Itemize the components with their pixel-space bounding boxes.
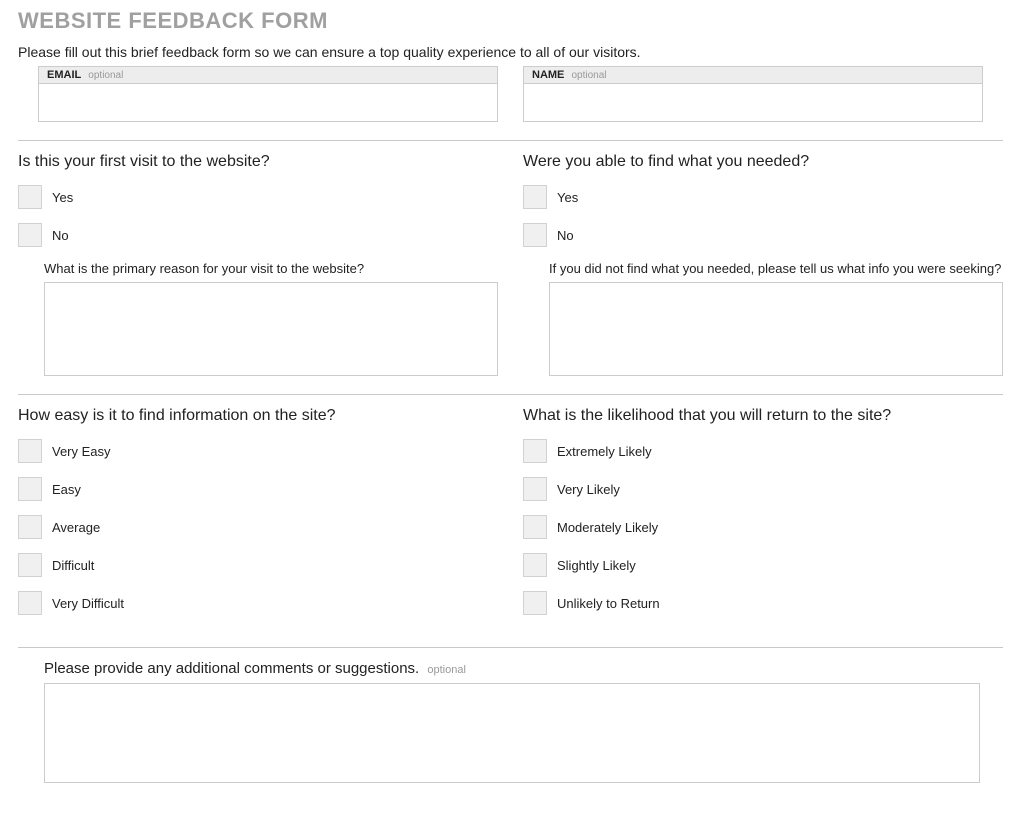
email-label: EMAIL (47, 69, 81, 81)
name-header: NAME optional (523, 66, 983, 84)
divider-2 (18, 394, 1003, 395)
first-visit-yes-row: Yes (18, 185, 498, 209)
email-input[interactable] (38, 84, 498, 122)
checkbox-return-extremely[interactable] (523, 439, 547, 463)
ease-opt-4-label: Very Difficult (52, 596, 124, 611)
comments-textarea[interactable] (44, 683, 980, 783)
return-opt-1-row: Very Likely (523, 477, 1003, 501)
return-opt-3-row: Slightly Likely (523, 553, 1003, 577)
first-visit-reason-textarea[interactable] (44, 282, 498, 376)
top-fields: EMAIL optional NAME optional (18, 66, 1003, 122)
return-opt-3-label: Slightly Likely (557, 558, 636, 573)
comments-label: Please provide any additional comments o… (44, 660, 419, 677)
checkbox-ease-average[interactable] (18, 515, 42, 539)
find-needed-info-textarea[interactable] (549, 282, 1003, 376)
ease-opt-1-label: Easy (52, 482, 81, 497)
ease-opt-0-row: Very Easy (18, 439, 498, 463)
checkbox-first-visit-yes[interactable] (18, 185, 42, 209)
name-input[interactable] (523, 84, 983, 122)
email-field-block: EMAIL optional (38, 66, 498, 122)
comments-block: Please provide any additional comments o… (18, 660, 1003, 783)
question-find-needed: Were you able to find what you needed? (523, 153, 1003, 171)
return-opt-4-row: Unlikely to Return (523, 591, 1003, 615)
return-opt-0-row: Extremely Likely (523, 439, 1003, 463)
find-needed-followup-label: If you did not find what you needed, ple… (549, 261, 1003, 276)
checkbox-return-unlikely[interactable] (523, 591, 547, 615)
first-visit-no-label: No (52, 228, 69, 243)
return-opt-2-row: Moderately Likely (523, 515, 1003, 539)
first-visit-no-row: No (18, 223, 498, 247)
comments-label-row: Please provide any additional comments o… (44, 660, 1003, 677)
checkbox-return-very[interactable] (523, 477, 547, 501)
checkbox-ease-easy[interactable] (18, 477, 42, 501)
return-opt-2-label: Moderately Likely (557, 520, 658, 535)
question-first-visit: Is this your first visit to the website? (18, 153, 498, 171)
checkbox-find-needed-no[interactable] (523, 223, 547, 247)
find-needed-no-label: No (557, 228, 574, 243)
comments-optional: optional (427, 664, 466, 676)
ease-opt-0-label: Very Easy (52, 444, 111, 459)
section-first-visit-find: Is this your first visit to the website?… (18, 153, 1003, 376)
ease-opt-4-row: Very Difficult (18, 591, 498, 615)
checkbox-find-needed-yes[interactable] (523, 185, 547, 209)
checkbox-ease-difficult[interactable] (18, 553, 42, 577)
find-needed-yes-row: Yes (523, 185, 1003, 209)
return-opt-1-label: Very Likely (557, 482, 620, 497)
checkbox-first-visit-no[interactable] (18, 223, 42, 247)
ease-opt-1-row: Easy (18, 477, 498, 501)
ease-opt-3-label: Difficult (52, 558, 94, 573)
checkbox-return-slightly[interactable] (523, 553, 547, 577)
name-optional: optional (571, 70, 606, 81)
question-return: What is the likelihood that you will ret… (523, 407, 1003, 425)
ease-opt-3-row: Difficult (18, 553, 498, 577)
divider-1 (18, 140, 1003, 141)
first-visit-followup-label: What is the primary reason for your visi… (44, 261, 498, 276)
return-opt-4-label: Unlikely to Return (557, 596, 660, 611)
question-ease: How easy is it to find information on th… (18, 407, 498, 425)
checkbox-ease-very-easy[interactable] (18, 439, 42, 463)
ease-opt-2-label: Average (52, 520, 100, 535)
checkbox-ease-very-difficult[interactable] (18, 591, 42, 615)
find-needed-yes-label: Yes (557, 190, 578, 205)
page-title: WEBSITE FEEDBACK FORM (18, 8, 1003, 34)
divider-3 (18, 647, 1003, 648)
ease-opt-2-row: Average (18, 515, 498, 539)
name-label: NAME (532, 69, 564, 81)
find-needed-no-row: No (523, 223, 1003, 247)
section-ease-return: How easy is it to find information on th… (18, 407, 1003, 629)
return-opt-0-label: Extremely Likely (557, 444, 652, 459)
checkbox-return-moderately[interactable] (523, 515, 547, 539)
intro-text: Please fill out this brief feedback form… (18, 44, 1003, 60)
first-visit-yes-label: Yes (52, 190, 73, 205)
email-header: EMAIL optional (38, 66, 498, 84)
email-optional: optional (88, 70, 123, 81)
name-field-block: NAME optional (523, 66, 983, 122)
